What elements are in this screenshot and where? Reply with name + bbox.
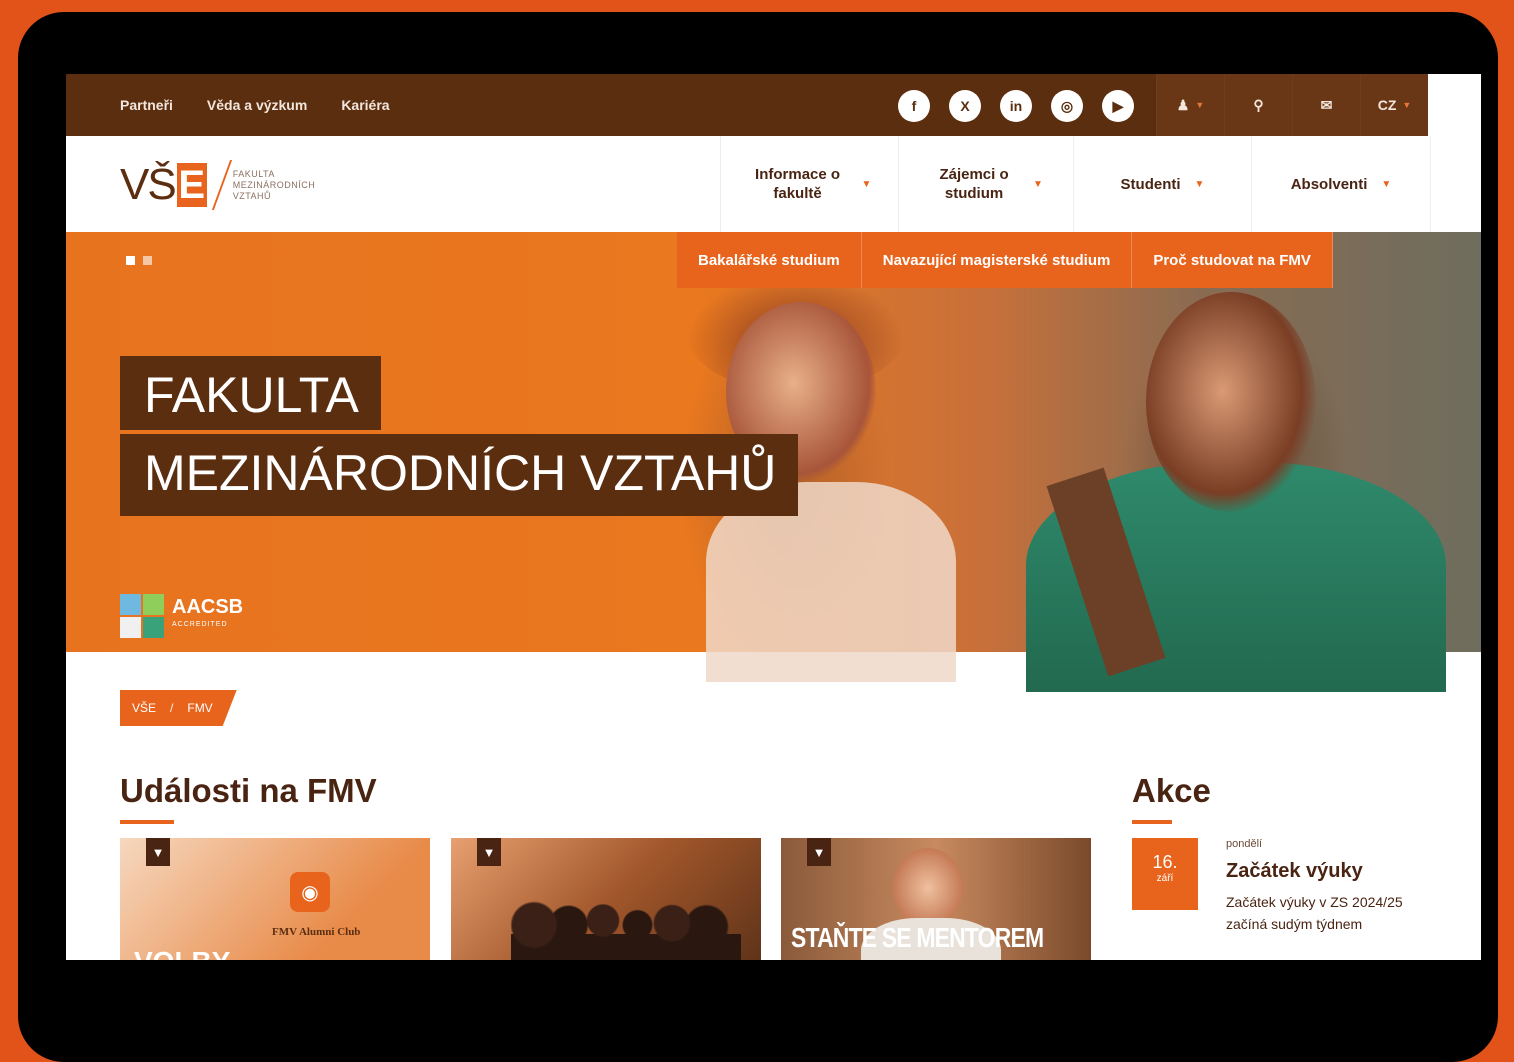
user-icon: ♟ (1176, 96, 1190, 113)
nav-label: Absolventi (1290, 175, 1368, 193)
hero-banner: Bakalářské studium Navazující magistersk… (66, 232, 1481, 692)
utility-tools: ♟ ▼ ⚲ ✉ CZ ▼ (1156, 74, 1428, 136)
aacsb-sub: ACCREDITED (172, 621, 228, 628)
aacsb-label: AACSB (172, 596, 244, 618)
nav-label: Studenti (1120, 175, 1181, 193)
chevron-down-icon: ▼ (1381, 178, 1392, 190)
quick-link-bakalarske[interactable]: Bakalářské studium (677, 232, 862, 288)
mentor-photo-face (893, 848, 963, 928)
chevron-down-icon: ▼ (1194, 178, 1205, 190)
faculty-logo[interactable]: VŠ E FAKULTA MEZINÁRODNÍCH VZTAHŮ (120, 160, 315, 210)
aacsb-badge: AACSB ACCREDITED (120, 594, 243, 638)
x-icon[interactable]: X (949, 90, 981, 122)
logo-e: E (176, 162, 207, 207)
nav-zajemci-o-studium[interactable]: Zájemci o studium ▼ (898, 136, 1073, 232)
akce-section-title: Akce (1132, 772, 1211, 824)
slider-dots (126, 256, 152, 265)
group-photo (511, 898, 741, 960)
language-select[interactable]: CZ ▼ (1360, 74, 1428, 136)
browser-viewport: Partneři Věda a výzkum Kariéra f X in ◎ … (66, 74, 1481, 960)
aacsb-logo-icon (120, 594, 164, 638)
event-card[interactable]: ▼ (451, 838, 761, 960)
pin-icon: ▼ (477, 838, 501, 866)
link-kariera[interactable]: Kariéra (341, 97, 389, 113)
user-menu-button[interactable]: ♟ ▼ (1156, 74, 1224, 136)
search-button[interactable]: ⚲ (1224, 74, 1292, 136)
facebook-icon[interactable]: f (898, 90, 930, 122)
event-day-number: 16. (1152, 852, 1178, 872)
slider-dot[interactable] (143, 256, 152, 265)
card-overlay-text: STAŇTE SE MENTOREM (791, 922, 1044, 953)
logo-subtitle: FAKULTA MEZINÁRODNÍCH VZTAHŮ (233, 169, 316, 202)
chevron-down-icon: ▼ (1402, 100, 1412, 110)
top-utility-bar: Partneři Věda a výzkum Kariéra f X in ◎ … (66, 74, 1428, 136)
event-text: pondělí Začátek výuky Začátek výuky v ZS… (1226, 838, 1416, 935)
event-card[interactable]: ▼ STAŇTE SE MENTOREM (781, 838, 1091, 960)
graduation-cap-icon: ◉ (290, 872, 330, 912)
breadcrumb-vse[interactable]: VŠE (132, 701, 156, 715)
breadcrumb-fmv[interactable]: FMV (187, 701, 212, 715)
logo-subtitle-line: MEZINÁRODNÍCH (232, 179, 316, 190)
quick-link-proc-studovat[interactable]: Proč studovat na FMV (1132, 232, 1333, 288)
primary-nav: Informace o fakultě ▼ Zájemci o studium ▼ … (720, 136, 1431, 232)
chevron-down-icon: ▼ (861, 178, 872, 190)
pin-icon: ▼ (146, 838, 170, 866)
events-section-title: Události na FMV (120, 772, 377, 824)
link-partneri[interactable]: Partneři (120, 97, 173, 113)
aacsb-text: AACSB ACCREDITED (172, 596, 244, 634)
mail-icon: ✉ (1320, 96, 1333, 113)
slider-dot-active[interactable] (126, 256, 135, 265)
hero-photo-man (1146, 292, 1316, 512)
event-date-box: 16. září (1132, 838, 1198, 910)
event-month: září (1156, 873, 1174, 884)
hero-title-line2: MEZINÁRODNÍCH VZTAHŮ (120, 434, 799, 516)
nav-label: Zájemci o studium (939, 166, 1009, 202)
linkedin-icon[interactable]: in (1000, 90, 1032, 122)
hero-title-line1: FAKULTA (120, 356, 381, 430)
event-card[interactable]: ▼ ◉ FMV Alumni Club VOLBY (120, 838, 430, 960)
card-club-label: FMV Alumni Club (272, 926, 361, 938)
logo-slash (211, 160, 232, 210)
event-weekday: pondělí (1226, 838, 1263, 850)
event-title[interactable]: Začátek výuky (1226, 860, 1416, 883)
link-veda-a-vyzkum[interactable]: Věda a výzkum (207, 97, 307, 113)
logo-vs: VŠ (120, 160, 177, 209)
card-overlay-text: VOLBY (134, 946, 230, 960)
language-label: CZ (1377, 97, 1397, 113)
nav-label: Informace o fakultě (755, 166, 841, 202)
breadcrumb: VŠE / FMV (120, 690, 237, 726)
logo-subtitle-line: VZTAHŮ (232, 190, 272, 201)
mail-button[interactable]: ✉ (1292, 74, 1360, 136)
social-links: f X in ◎ ▶ (898, 90, 1134, 122)
youtube-icon[interactable]: ▶ (1102, 90, 1134, 122)
utility-links: Partneři Věda a výzkum Kariéra (120, 74, 390, 136)
quick-link-navazujici[interactable]: Navazující magisterské studium (861, 232, 1133, 288)
instagram-icon[interactable]: ◎ (1051, 90, 1083, 122)
chevron-down-icon: ▼ (1033, 178, 1043, 190)
nav-absolventi[interactable]: Absolventi ▼ (1251, 136, 1431, 232)
hero-quick-links: Bakalářské studium Navazující magistersk… (677, 232, 1333, 288)
main-navbar: VŠ E FAKULTA MEZINÁRODNÍCH VZTAHŮ Inform… (66, 136, 1481, 233)
chevron-down-icon: ▼ (1195, 100, 1205, 110)
logo-subtitle-line: FAKULTA (232, 168, 275, 179)
pin-icon: ▼ (807, 838, 831, 866)
nav-informace-o-fakulte[interactable]: Informace o fakultě ▼ (720, 136, 898, 232)
event-description: Začátek výuky v ZS 2024/25 začíná sudým … (1226, 894, 1403, 932)
breadcrumb-separator: / (170, 701, 174, 715)
nav-studenti[interactable]: Studenti ▼ (1073, 136, 1251, 232)
search-icon: ⚲ (1253, 96, 1264, 113)
